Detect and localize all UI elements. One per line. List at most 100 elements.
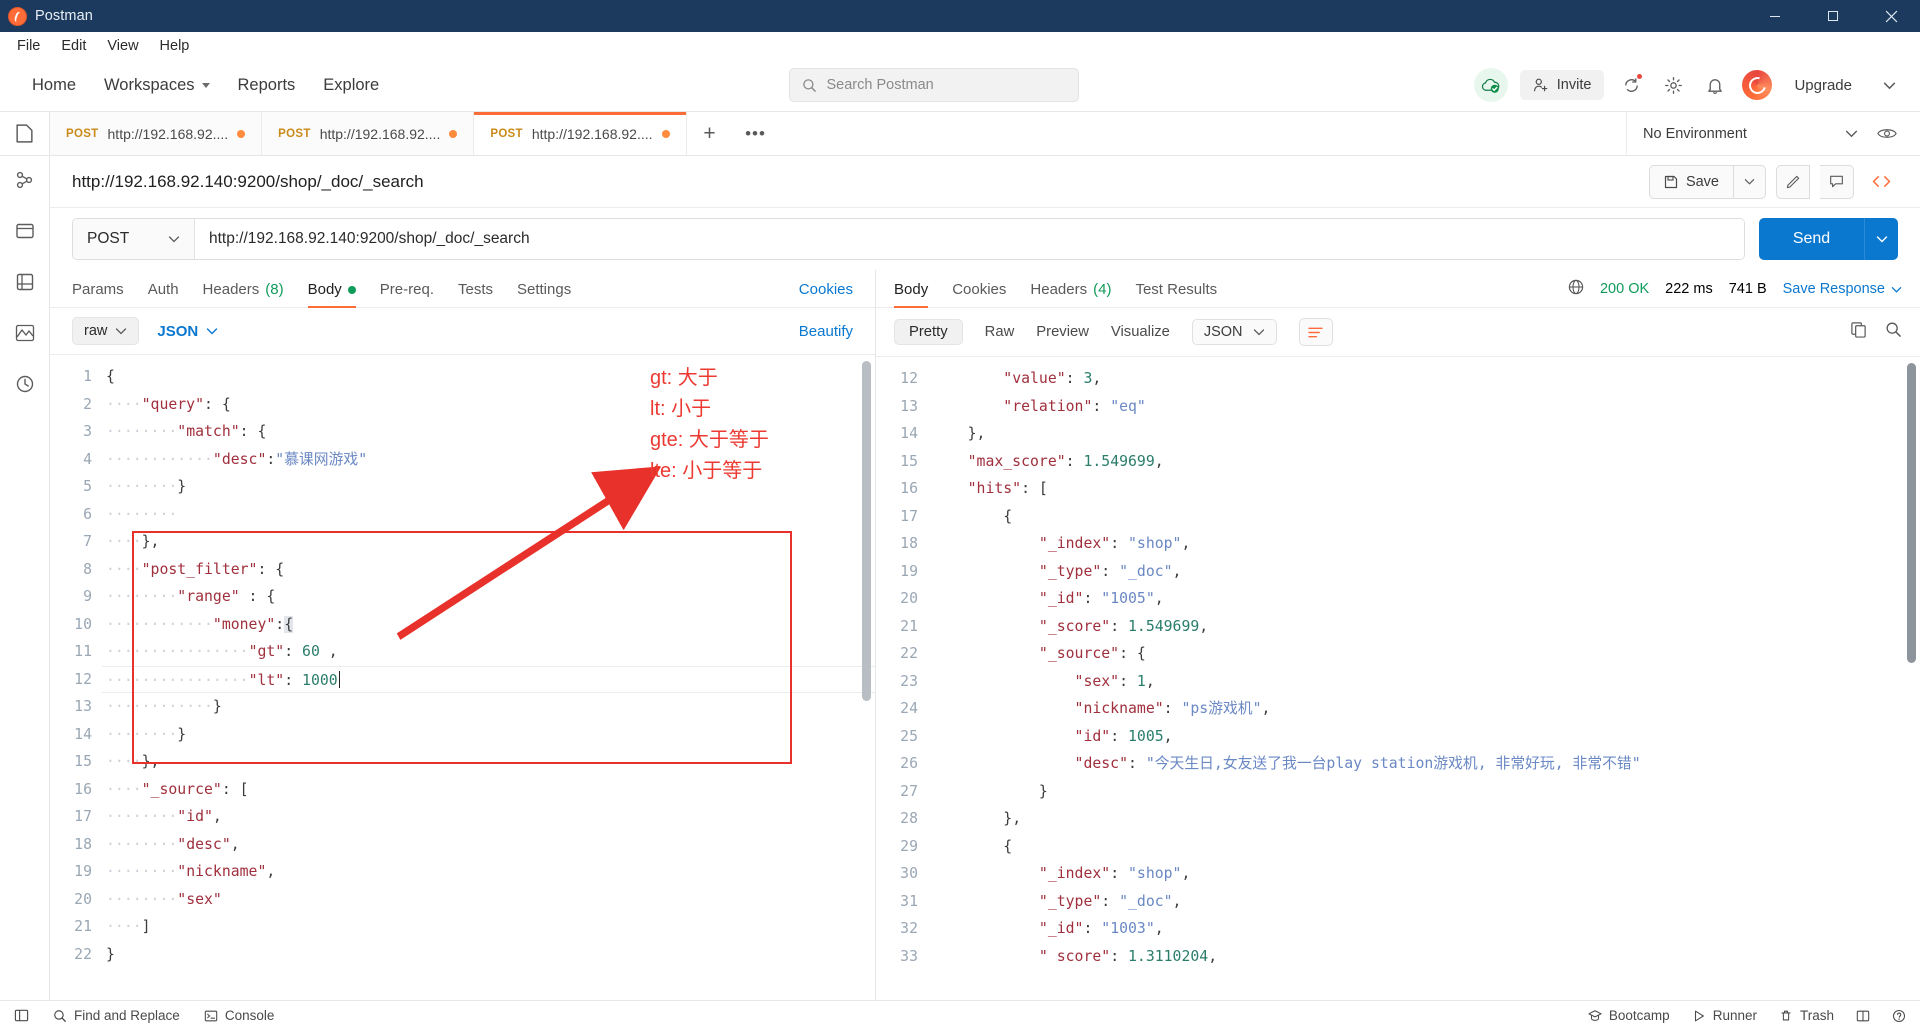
bootcamp-button[interactable]: Bootcamp xyxy=(1588,1008,1670,1023)
response-body-viewer[interactable]: 12 13 14 15 16 17 18 19 20 21 22 23 24 25 26 27 28 29 30 31… xyxy=(876,356,1920,1000)
console-button[interactable]: Console xyxy=(204,1008,274,1023)
sidebar-environments-icon[interactable] xyxy=(15,272,35,297)
environment-select[interactable]: No Environment xyxy=(1643,126,1858,142)
view-mode-visualize[interactable]: Visualize xyxy=(1111,324,1170,340)
trash-button[interactable]: Trash xyxy=(1779,1008,1834,1023)
new-tab-button[interactable]: + xyxy=(687,112,733,155)
chevron-down-icon xyxy=(1253,329,1264,336)
tab-settings[interactable]: Settings xyxy=(517,281,571,307)
menu-help[interactable]: Help xyxy=(151,35,199,57)
cookies-link[interactable]: Cookies xyxy=(799,281,853,307)
tab-prereq[interactable]: Pre-req. xyxy=(380,281,434,307)
nav-reports[interactable]: Reports xyxy=(224,69,310,102)
menu-file[interactable]: File xyxy=(8,35,49,57)
account-chevron-icon[interactable] xyxy=(1874,70,1904,100)
http-method-select[interactable]: POST xyxy=(73,219,195,259)
line-number: 19 xyxy=(74,863,92,880)
code-line: ········"range" : { xyxy=(106,588,276,605)
resp-tab-body[interactable]: Body xyxy=(894,281,929,308)
minimize-button[interactable] xyxy=(1746,0,1804,32)
save-button[interactable]: Save xyxy=(1648,164,1766,199)
sync-status-icon[interactable] xyxy=(1473,68,1508,102)
sidebar-apis-icon[interactable] xyxy=(15,221,35,246)
resp-tab-cookies[interactable]: Cookies xyxy=(952,281,1006,307)
tab-label: Params xyxy=(72,281,124,298)
tab-more-button[interactable]: ••• xyxy=(733,112,779,155)
sidebar-history-icon[interactable] xyxy=(15,374,35,399)
maximize-button[interactable] xyxy=(1804,0,1862,32)
find-and-replace-button[interactable]: Find and Replace xyxy=(53,1008,180,1023)
menu-view[interactable]: View xyxy=(98,35,147,57)
tab-label: Cookies xyxy=(952,281,1007,298)
code-snippet-button[interactable] xyxy=(1864,165,1898,199)
line-number: 32 xyxy=(900,920,918,937)
nav-explore[interactable]: Explore xyxy=(309,69,393,102)
save-response-button[interactable]: Save Response xyxy=(1783,281,1902,297)
beautify-button[interactable]: Beautify xyxy=(799,323,853,340)
user-avatar[interactable] xyxy=(1742,70,1773,100)
help-button[interactable] xyxy=(1892,1009,1906,1023)
search-response-icon[interactable] xyxy=(1885,321,1902,343)
layout-toggle-button[interactable] xyxy=(1856,1009,1870,1023)
response-wrap-lines-button[interactable] xyxy=(1298,318,1333,346)
window-title: Postman xyxy=(35,8,93,24)
sidebar-collections-icon[interactable] xyxy=(15,170,35,195)
split-panes: Params Auth Headers (8) Body Pre-req. Te… xyxy=(50,270,1920,1000)
line-number: 19 xyxy=(900,562,918,580)
line-number: 2 xyxy=(83,395,92,413)
nav-home-label: Home xyxy=(32,75,77,94)
runner-button[interactable]: Runner xyxy=(1692,1008,1757,1023)
send-options-caret[interactable] xyxy=(1864,218,1898,260)
response-scrollbar[interactable] xyxy=(1907,363,1916,663)
url-input[interactable]: http://192.168.92.140:9200/shop/_doc/_se… xyxy=(195,219,1744,259)
tab-tests[interactable]: Tests xyxy=(458,281,493,307)
resp-tab-test-results[interactable]: Test Results xyxy=(1135,281,1217,307)
environment-quick-look-icon[interactable] xyxy=(1872,119,1902,149)
view-mode-preview[interactable]: Preview xyxy=(1036,324,1089,340)
resp-tab-headers[interactable]: Headers (4) xyxy=(1030,281,1111,307)
menu-edit[interactable]: Edit xyxy=(52,35,95,57)
collections-rail-icon[interactable] xyxy=(0,112,50,155)
sidebar-toggle-button[interactable] xyxy=(14,1008,29,1023)
nav-workspaces[interactable]: Workspaces xyxy=(90,69,223,102)
response-format-value: JSON xyxy=(1203,324,1243,340)
tab-auth[interactable]: Auth xyxy=(148,281,179,307)
code-line: "_id": "1005", xyxy=(1038,590,1164,607)
request-tab-2[interactable]: POST http://192.168.92.... xyxy=(262,112,475,155)
code-line: ················"lt": 1000 xyxy=(102,665,875,693)
upgrade-button[interactable]: Upgrade xyxy=(1784,71,1862,100)
tab-headers[interactable]: Headers (8) xyxy=(203,281,284,307)
method-url-group: POST http://192.168.92.140:9200/shop/_do… xyxy=(72,218,1745,260)
body-mode-select[interactable]: raw xyxy=(72,317,140,345)
invite-button[interactable]: Invite xyxy=(1519,70,1605,100)
tab-body[interactable]: Body xyxy=(307,281,357,308)
close-button[interactable] xyxy=(1862,0,1920,32)
request-tab-3-active[interactable]: POST http://192.168.92.... xyxy=(474,112,687,155)
comment-button[interactable] xyxy=(1820,164,1854,199)
settings-gear-icon[interactable] xyxy=(1658,70,1688,100)
body-language-select[interactable]: JSON xyxy=(157,323,218,340)
code-line: { xyxy=(1003,837,1013,855)
search-input[interactable]: Search Postman xyxy=(788,68,1079,102)
view-mode-pretty[interactable]: Pretty xyxy=(894,319,963,345)
editor-scrollbar[interactable] xyxy=(862,361,871,701)
code-line: ····}, xyxy=(106,533,160,550)
request-tab-1[interactable]: POST http://192.168.92.... xyxy=(50,112,263,155)
sync-refresh-icon[interactable] xyxy=(1616,70,1646,100)
response-format-select[interactable]: JSON xyxy=(1191,319,1277,345)
line-number: 21 xyxy=(900,617,918,635)
view-mode-raw[interactable]: Raw xyxy=(985,324,1015,340)
tab-count: (8) xyxy=(265,281,284,298)
send-button[interactable]: Send xyxy=(1759,218,1864,260)
save-options-caret[interactable] xyxy=(1733,165,1765,198)
request-body-editor[interactable]: 1 2 3 4 5 6 7 8 9 10 11 12 13 14 15 16 17 18 19 20 21 22 {···… xyxy=(50,354,875,1000)
tab-params[interactable]: Params xyxy=(72,281,124,307)
line-number: 22 xyxy=(900,645,918,662)
sidebar-mock-icon[interactable] xyxy=(15,323,35,348)
edit-pencil-button[interactable] xyxy=(1776,164,1810,199)
nav-home[interactable]: Home xyxy=(18,69,90,102)
line-number: 18 xyxy=(74,835,92,853)
copy-response-icon[interactable] xyxy=(1850,321,1867,343)
notifications-bell-icon[interactable] xyxy=(1700,70,1730,100)
postman-logo-icon xyxy=(8,6,27,26)
